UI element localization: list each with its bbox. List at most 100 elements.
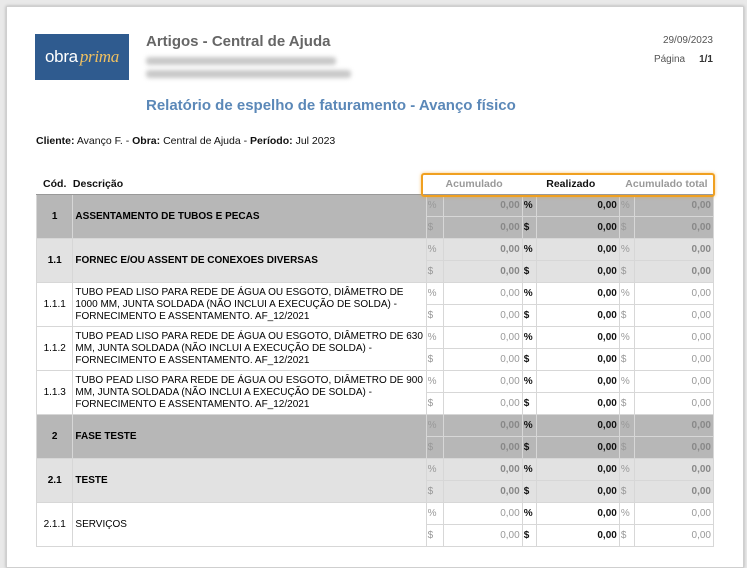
currency-symbol: $ [521, 480, 537, 503]
percent-symbol: % [521, 370, 537, 393]
total-percent: 0,00 [634, 458, 714, 481]
table-row: 2.1.1 SERVIÇOS% 0,00% 0,00% 0,00 [35, 502, 714, 547]
currency-symbol: $ [521, 348, 537, 371]
blurred-contact [146, 70, 351, 78]
currency-symbol: $ [618, 392, 636, 415]
total-value: 0,00 [634, 392, 714, 415]
accumulated-value: 0,00 [442, 480, 523, 503]
realized-percent: 0,00 [535, 502, 620, 525]
row-code: 1.1.2 [35, 326, 74, 371]
currency-symbol: $ [618, 524, 636, 547]
page-label: Página [653, 54, 686, 65]
percent-symbol: % [521, 194, 537, 217]
table-row: 1 ASSENTAMENTO DE TUBOS E PECAS% 0,00% 0,00… [35, 194, 714, 239]
realized-value: 0,00 [535, 524, 620, 547]
period-value: Jul 2023 [295, 135, 336, 147]
logo-text-obra: obra [45, 47, 78, 66]
total-value: 0,00 [634, 480, 714, 503]
percent-symbol: % [425, 458, 444, 481]
accumulated-value: 0,00 [442, 392, 523, 415]
percent-symbol: % [521, 458, 537, 481]
table-row: 2 FASE TESTE% 0,00% 0,00% 0,00 [35, 414, 714, 459]
percent-symbol: % [521, 326, 537, 349]
total-percent: 0,00 [634, 502, 714, 525]
currency-symbol: $ [618, 216, 636, 239]
currency-symbol: $ [618, 480, 636, 503]
accumulated-value: 0,00 [442, 348, 523, 371]
row-code: 1 [35, 194, 74, 239]
client-value: Avanço F. - [76, 135, 130, 147]
currency-symbol: $ [521, 392, 537, 415]
currency-symbol: $ [425, 260, 444, 283]
currency-symbol: $ [618, 436, 636, 459]
total-percent: 0,00 [634, 238, 714, 261]
page-value: 1/1 [699, 54, 713, 65]
total-value: 0,00 [634, 216, 714, 239]
percent-symbol: % [618, 194, 636, 217]
currency-symbol: $ [425, 436, 444, 459]
percent-symbol: % [425, 238, 444, 261]
row-code: 2 [35, 414, 74, 459]
accumulated-percent: 0,00 [442, 502, 523, 525]
total-percent: 0,00 [634, 282, 714, 305]
row-description: FORNEC E/OU ASSENT DE CONEXOES DIVERSAS [72, 238, 427, 283]
row-description: FASE TESTE [72, 414, 427, 459]
accumulated-percent: 0,00 [442, 326, 523, 349]
realized-percent: 0,00 [535, 414, 620, 437]
realized-percent: 0,00 [535, 194, 620, 217]
accumulated-value: 0,00 [442, 260, 523, 283]
accumulated-percent: 0,00 [442, 194, 523, 217]
percent-symbol: % [618, 370, 636, 393]
report-page: obra prima Artigos - Central de Ajuda 29/… [6, 6, 744, 568]
currency-symbol: $ [425, 524, 444, 547]
total-value: 0,00 [634, 348, 714, 371]
currency-symbol: $ [618, 260, 636, 283]
currency-symbol: $ [618, 304, 636, 327]
billing-table: Cód. Descrição Acumulado Realizado Acumu… [35, 174, 714, 547]
table-row: 1.1.2 TUBO PEAD LISO PARA REDE DE ÁGUA OU… [35, 326, 714, 371]
row-description: ASSENTAMENTO DE TUBOS E PECAS [72, 194, 427, 239]
period-label: Período: [250, 135, 293, 147]
company-name: Artigos - Central de Ajuda [146, 33, 331, 50]
company-logo: obra prima [35, 34, 129, 80]
accumulated-value: 0,00 [442, 304, 523, 327]
header-code: Cód. [36, 174, 73, 195]
realized-value: 0,00 [535, 392, 620, 415]
total-value: 0,00 [634, 304, 714, 327]
realized-value: 0,00 [535, 260, 620, 283]
accumulated-percent: 0,00 [442, 458, 523, 481]
table-row: 2.1 TESTE% 0,00% 0,00% 0,00 [35, 458, 714, 503]
row-description: TUBO PEAD LISO PARA REDE DE ÁGUA OU ESGO… [72, 326, 427, 371]
row-code: 1.1.1 [35, 282, 74, 327]
currency-symbol: $ [521, 304, 537, 327]
row-code: 1.1 [35, 238, 74, 283]
realized-percent: 0,00 [535, 370, 620, 393]
percent-symbol: % [521, 238, 537, 261]
row-code: 2.1 [35, 458, 74, 503]
percent-symbol: % [425, 282, 444, 305]
total-percent: 0,00 [634, 194, 714, 217]
realized-value: 0,00 [535, 216, 620, 239]
table-row: 1.1.1 TUBO PEAD LISO PARA REDE DE ÁGUA OU… [35, 282, 714, 327]
row-code: 2.1.1 [35, 502, 74, 547]
percent-symbol: % [618, 282, 636, 305]
realized-value: 0,00 [535, 436, 620, 459]
percent-symbol: % [521, 502, 537, 525]
obra-value: Central de Ajuda - [163, 135, 248, 147]
currency-symbol: $ [521, 216, 537, 239]
realized-value: 0,00 [535, 304, 620, 327]
percent-symbol: % [425, 194, 444, 217]
realized-value: 0,00 [535, 480, 620, 503]
currency-symbol: $ [425, 216, 444, 239]
percent-symbol: % [425, 326, 444, 349]
total-percent: 0,00 [634, 414, 714, 437]
row-code: 1.1.3 [35, 370, 74, 415]
total-value: 0,00 [634, 524, 714, 547]
realized-percent: 0,00 [535, 238, 620, 261]
accumulated-percent: 0,00 [442, 414, 523, 437]
realized-percent: 0,00 [535, 458, 620, 481]
currency-symbol: $ [521, 524, 537, 547]
percent-symbol: % [618, 326, 636, 349]
total-percent: 0,00 [634, 370, 714, 393]
total-percent: 0,00 [634, 326, 714, 349]
